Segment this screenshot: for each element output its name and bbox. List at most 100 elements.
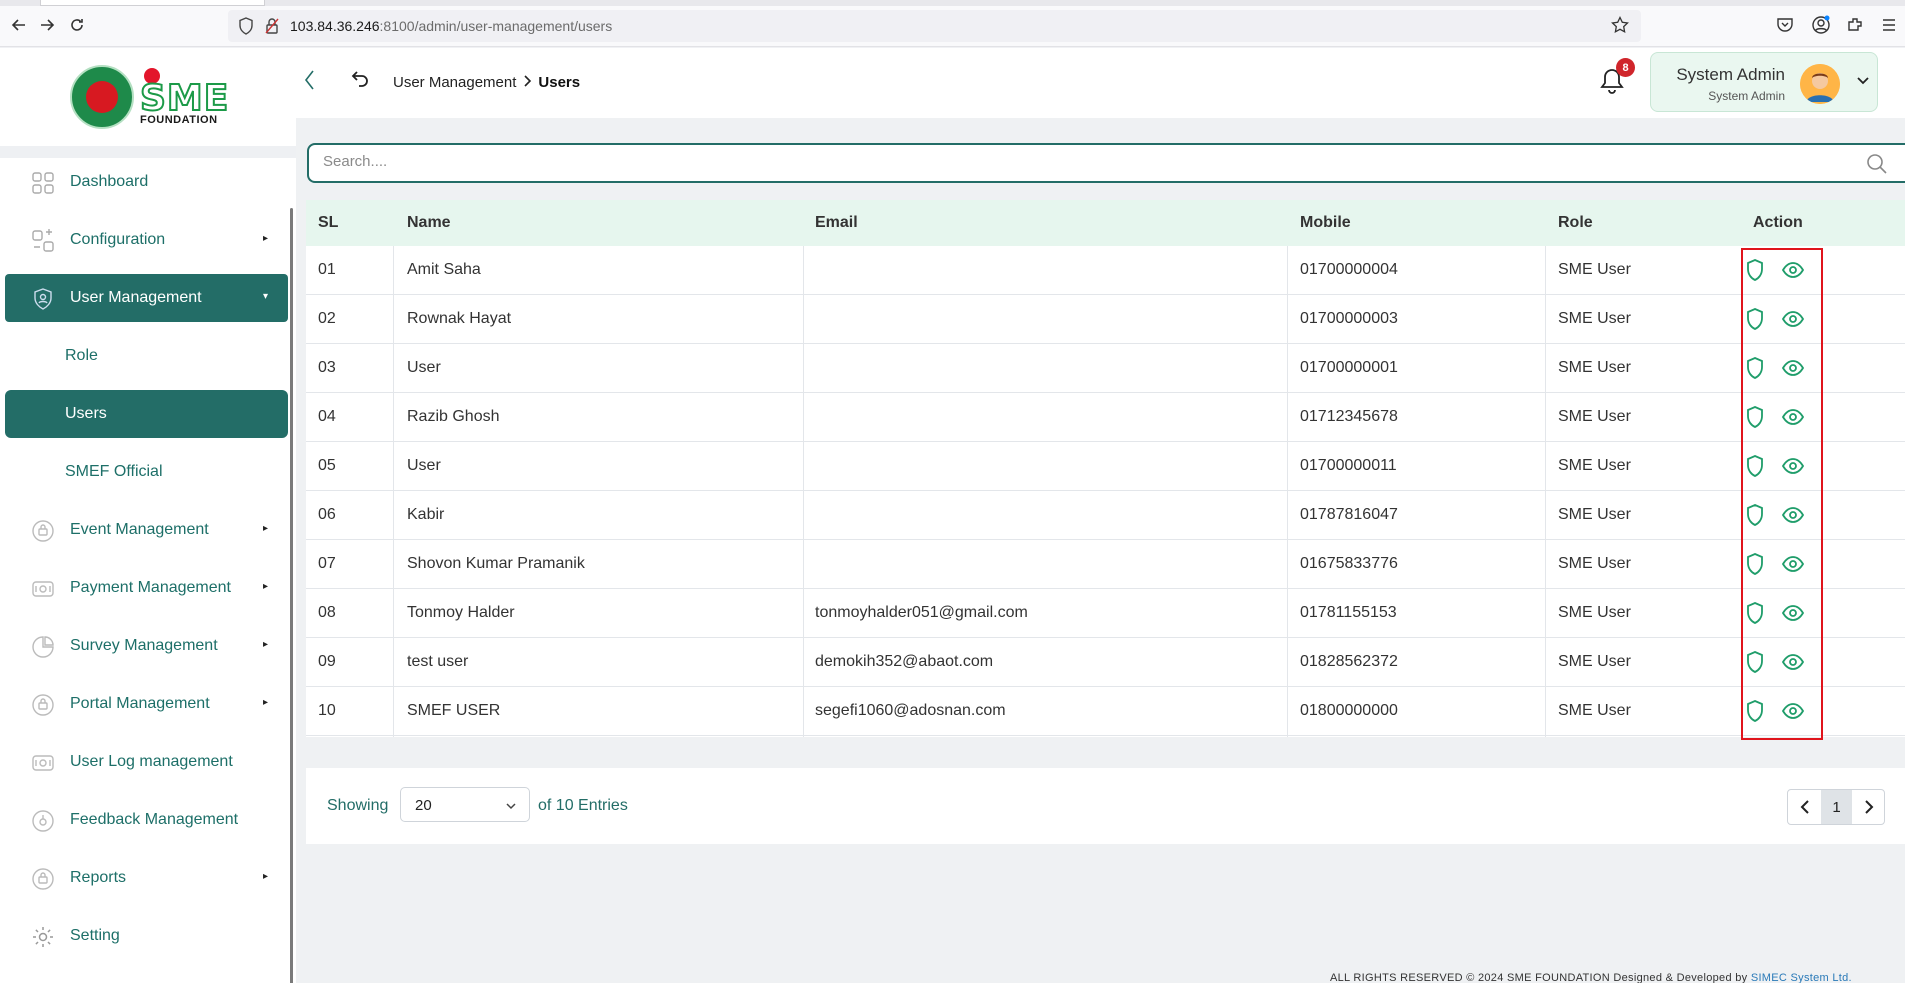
survey-icon (31, 635, 55, 659)
chevron-right-icon: ▸ (262, 581, 268, 592)
search-input[interactable] (323, 153, 1823, 170)
next-page-button[interactable] (1852, 790, 1884, 824)
breadcrumb-parent[interactable]: User Management (393, 74, 516, 91)
search-box[interactable] (307, 143, 1905, 183)
dashboard-icon (31, 171, 55, 195)
column-header-action: Action (1753, 214, 1803, 231)
table-row: 08 Tonmoy Halder tonmoyhalder051@gmail.com… (306, 589, 1905, 638)
sidebar-item-configuration[interactable]: Configuration ▸ (5, 216, 288, 264)
configuration-icon (31, 229, 55, 253)
cell-role: SME User (1558, 604, 1631, 621)
sidebar-item-user-management[interactable]: User Management ▾ (5, 274, 288, 322)
table-row: 04 Razib Ghosh 01712345678 SME User (306, 393, 1905, 442)
sidebar-item-users[interactable]: Users (5, 390, 288, 438)
cell-role: SME User (1558, 261, 1631, 278)
cell-name: Razib Ghosh (407, 408, 500, 425)
logo[interactable]: SME FOUNDATION (0, 48, 296, 146)
cell-name: Tonmoy Halder (407, 604, 515, 621)
forward-arrow-icon[interactable] (36, 14, 58, 36)
pocket-icon[interactable] (1774, 14, 1796, 36)
sidebar-item-survey-management[interactable]: Survey Management ▸ (5, 622, 288, 670)
column-header-role: Role (1558, 214, 1593, 231)
page-number-button[interactable]: 1 (1821, 790, 1852, 824)
prev-page-button[interactable] (1788, 790, 1821, 824)
cell-mobile: 01828562372 (1300, 653, 1398, 670)
avatar (1800, 64, 1840, 104)
cell-mobile: 01700000001 (1300, 359, 1398, 376)
column-header-email: Email (815, 214, 858, 231)
cell-mobile: 01700000003 (1300, 310, 1398, 327)
sidebar-item-smef-official[interactable]: SMEF Official (5, 448, 288, 496)
cell-mobile: 01712345678 (1300, 408, 1398, 425)
page-size-select[interactable]: 20 (400, 787, 530, 822)
sidebar-item-payment-management[interactable]: Payment Management ▸ (5, 564, 288, 612)
undo-back-icon[interactable] (350, 68, 370, 93)
cell-role: SME User (1558, 408, 1631, 425)
browser-toolbar: 103.84.36.246:8100/admin/user-management… (0, 0, 1905, 47)
showing-label: Showing (327, 797, 389, 814)
cell-role: SME User (1558, 555, 1631, 572)
sme-logo: SME (139, 68, 229, 120)
copyright-footer: ALL RIGHTS RESERVED © 2024 SME FOUNDATIO… (1330, 972, 1852, 983)
column-header-name: Name (407, 214, 451, 231)
user-role: System Admin (1708, 89, 1785, 103)
cell-sl: 05 (318, 457, 336, 474)
cell-sl: 08 (318, 604, 336, 621)
sidebar-item-portal-management[interactable]: Portal Management ▸ (5, 680, 288, 728)
cell-mobile: 01781155153 (1300, 604, 1397, 621)
chevron-right-icon: ▸ (262, 871, 268, 882)
sidebar: SME FOUNDATION Dashboard Configuration ▸… (0, 48, 296, 983)
search-icon[interactable] (1865, 152, 1889, 181)
cell-sl: 10 (318, 702, 336, 719)
address-bar[interactable]: 103.84.36.246:8100/admin/user-management… (228, 10, 1641, 42)
table-row: 06 Kabir 01787816047 SME User (306, 491, 1905, 540)
portal-icon (31, 693, 55, 717)
sidebar-item-setting[interactable]: Setting (5, 912, 288, 960)
collapse-sidebar-icon[interactable] (302, 68, 316, 98)
sidebar-item-feedback-management[interactable]: Feedback Management (5, 796, 288, 844)
chevron-right-icon: ▸ (262, 233, 268, 244)
cell-name: User (407, 457, 441, 474)
gear-icon (31, 925, 55, 949)
back-arrow-icon[interactable] (8, 14, 30, 36)
cell-sl: 07 (318, 555, 336, 572)
extensions-icon[interactable] (1844, 14, 1866, 36)
tab-strip (0, 0, 1905, 6)
bookmark-star-icon[interactable] (1611, 15, 1629, 39)
feedback-icon (31, 809, 55, 833)
sidebar-scrollbar[interactable] (290, 208, 293, 983)
sidebar-item-event-management[interactable]: Event Management ▸ (5, 506, 288, 554)
cell-sl: 03 (318, 359, 336, 376)
sidebar-item-user-log-management[interactable]: User Log management (5, 738, 288, 786)
active-tab[interactable] (40, 0, 265, 6)
notification-badge: 8 (1616, 58, 1635, 77)
sidebar-item-reports[interactable]: Reports ▸ (5, 854, 288, 902)
cell-role: SME User (1558, 506, 1631, 523)
cell-mobile: 01800000000 (1300, 702, 1398, 719)
table-row: 05 User 01700000011 SME User (306, 442, 1905, 491)
cell-mobile: 01787816047 (1300, 506, 1398, 523)
page-size-value: 20 (415, 797, 432, 814)
user-menu[interactable]: System Admin System Admin (1650, 52, 1878, 112)
account-icon[interactable] (1810, 14, 1832, 36)
chevron-right-icon: ▸ (262, 523, 268, 534)
table-row: 01 Amit Saha 01700000004 SME User (306, 246, 1905, 295)
pager: 1 (1787, 789, 1885, 825)
cell-name: Kabir (407, 506, 445, 523)
cell-sl: 09 (318, 653, 336, 670)
cell-mobile: 01700000011 (1300, 457, 1397, 474)
menu-icon[interactable] (1878, 14, 1900, 36)
cell-role: SME User (1558, 310, 1631, 327)
sidebar-item-dashboard[interactable]: Dashboard (5, 158, 288, 206)
cell-mobile: 01675833776 (1300, 555, 1398, 572)
table-row: 10 SMEF USER segefi1060@adosnan.com 0180000… (306, 687, 1905, 736)
shield-icon (238, 17, 254, 40)
developer-link[interactable]: SIMEC System Ltd. (1751, 972, 1852, 983)
table-header: SL Name Email Mobile Role Action (306, 200, 1905, 246)
breadcrumb: User Management Users (393, 74, 580, 91)
sidebar-item-role[interactable]: Role (5, 332, 288, 380)
table-row: 09 test user demokih352@abaot.com 018285623… (306, 638, 1905, 687)
chevron-down-icon[interactable] (1856, 73, 1870, 91)
cell-name: User (407, 359, 441, 376)
reload-icon[interactable] (66, 14, 88, 36)
